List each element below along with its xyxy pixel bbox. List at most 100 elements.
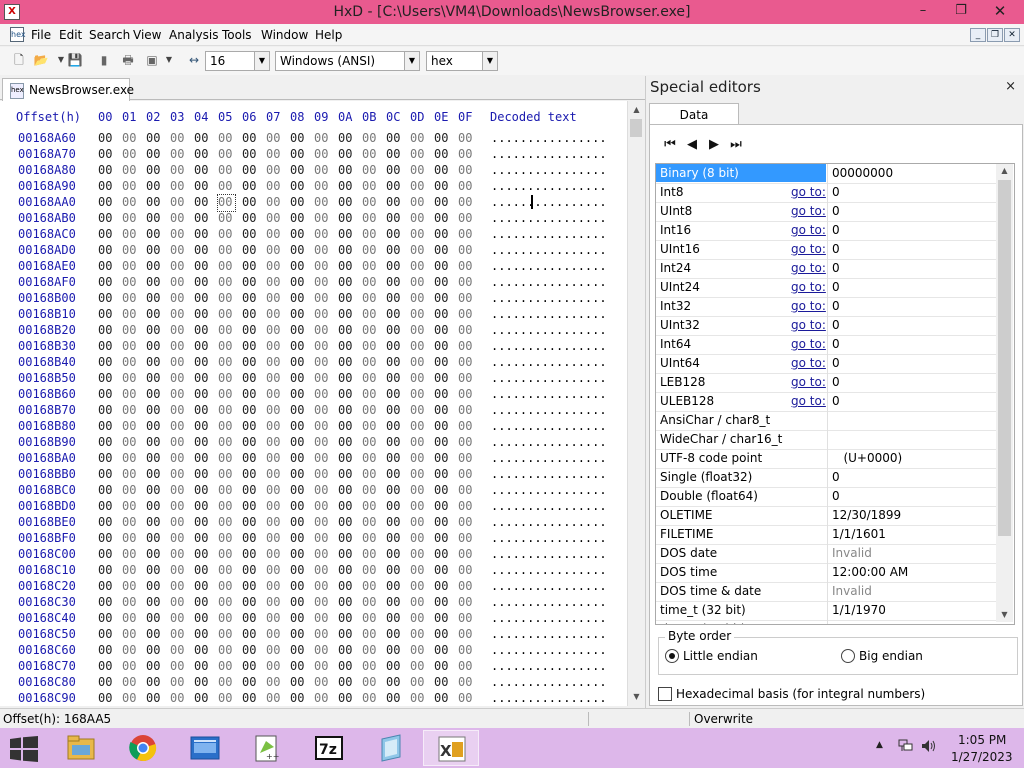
hex-byte[interactable]: 00 (98, 515, 112, 529)
inspector-value[interactable]: Invalid (827, 544, 996, 563)
hex-byte[interactable]: 00 (98, 467, 112, 481)
decoded-text[interactable]: ................ (491, 691, 607, 705)
hex-byte[interactable]: 00 (386, 387, 400, 401)
inspector-value[interactable]: 0 (827, 392, 996, 411)
hex-byte[interactable]: 00 (218, 563, 232, 577)
hex-byte[interactable]: 00 (146, 675, 160, 689)
hex-byte[interactable]: 00 (194, 227, 208, 241)
hex-byte[interactable]: 00 (362, 227, 376, 241)
hex-row[interactable]: 00168C30 00 00 00 00 00 00 00 00 00 00 00 00 00 00 00 00… (0, 595, 627, 611)
hex-byte[interactable]: 00 (362, 643, 376, 657)
hex-byte[interactable]: 00 (410, 611, 424, 625)
hex-byte[interactable]: 00 (194, 451, 208, 465)
inspector-row[interactable]: UInt8 go to: 0 (656, 202, 996, 222)
hex-byte[interactable]: 00 (194, 579, 208, 593)
hex-byte[interactable]: 00 (290, 291, 304, 305)
hex-byte[interactable]: 00 (314, 339, 328, 353)
hex-byte[interactable]: 00 (410, 547, 424, 561)
hex-byte[interactable]: 00 (242, 339, 256, 353)
hex-byte[interactable]: 00 (170, 403, 184, 417)
inspector-row[interactable]: UInt24 go to: 0 (656, 278, 996, 298)
export-icon[interactable]: ▣ (143, 51, 161, 69)
inspector-row[interactable]: DOS date Invalid (656, 544, 996, 564)
hex-byte[interactable]: 00 (338, 611, 352, 625)
hex-byte[interactable]: 00 (242, 435, 256, 449)
goto-link[interactable]: go to: (791, 221, 826, 239)
hex-byte[interactable]: 00 (458, 467, 472, 481)
hex-byte[interactable]: 00 (386, 243, 400, 257)
hex-byte[interactable]: 00 (290, 579, 304, 593)
hex-byte[interactable]: 00 (290, 163, 304, 177)
hex-byte[interactable]: 00 (242, 579, 256, 593)
hex-byte[interactable]: 00 (242, 371, 256, 385)
hex-row[interactable]: 00168C60 00 00 00 00 00 00 00 00 00 00 00 00 00 00 00 00… (0, 643, 627, 659)
mdi-restore-button[interactable]: ❐ (987, 28, 1003, 42)
hex-byte[interactable]: 00 (146, 691, 160, 705)
hex-byte[interactable]: 00 (122, 563, 136, 577)
hex-row[interactable]: 00168A70 00 00 00 00 00 00 00 00 00 00 00 00 00 00 00 00… (0, 147, 627, 163)
next-icon[interactable]: ▶ (706, 137, 722, 153)
hex-byte[interactable]: 00 (266, 403, 280, 417)
inspector-row[interactable]: Single (float32) 0 (656, 468, 996, 488)
hex-byte[interactable]: 00 (386, 691, 400, 705)
hex-row[interactable]: 00168A80 00 00 00 00 00 00 00 00 00 00 00 00 00 00 00 00… (0, 163, 627, 179)
hex-byte[interactable]: 00 (218, 435, 232, 449)
hex-byte[interactable]: 00 (194, 515, 208, 529)
hex-byte[interactable]: 00 (458, 611, 472, 625)
hex-row[interactable]: 00168C50 00 00 00 00 00 00 00 00 00 00 00 00 00 00 00 00… (0, 627, 627, 643)
hex-byte[interactable]: 00 (194, 243, 208, 257)
hex-byte[interactable]: 00 (290, 403, 304, 417)
hex-byte[interactable]: 00 (218, 243, 232, 257)
hex-row[interactable]: 00168BC0 00 00 00 00 00 00 00 00 00 00 00 00 00 00 00 00… (0, 483, 627, 499)
hex-byte[interactable]: 00 (146, 531, 160, 545)
hex-byte[interactable]: 00 (146, 163, 160, 177)
hex-byte[interactable]: 00 (290, 323, 304, 337)
taskbar-app[interactable] (363, 730, 419, 766)
hex-byte[interactable]: 00 (434, 435, 448, 449)
hex-byte[interactable]: 00 (170, 643, 184, 657)
hex-byte[interactable]: 00 (242, 595, 256, 609)
grid-vertical-scrollbar[interactable]: ▲ ▼ (996, 164, 1013, 622)
hex-byte[interactable]: 00 (290, 643, 304, 657)
hex-byte[interactable]: 00 (386, 355, 400, 369)
taskbar-hxd[interactable]: X (423, 730, 479, 766)
decoded-text[interactable]: ................ (491, 579, 607, 593)
hex-byte[interactable]: 00 (98, 483, 112, 497)
inspector-value[interactable]: (U+0000) (827, 449, 996, 468)
hex-byte[interactable]: 00 (146, 419, 160, 433)
hex-byte[interactable]: 00 (122, 131, 136, 145)
goto-link[interactable]: go to: (791, 183, 826, 201)
show-hidden-icons-icon[interactable]: ▲ (876, 740, 883, 750)
hex-byte[interactable]: 00 (146, 595, 160, 609)
hex-byte[interactable]: 00 (98, 611, 112, 625)
hex-byte[interactable]: 00 (218, 675, 232, 689)
hex-byte[interactable]: 00 (266, 547, 280, 561)
hex-byte[interactable]: 00 (170, 291, 184, 305)
hex-byte[interactable]: 00 (434, 387, 448, 401)
hex-byte[interactable]: 00 (218, 355, 232, 369)
hex-byte[interactable]: 00 (458, 595, 472, 609)
hex-row[interactable]: 00168B50 00 00 00 00 00 00 00 00 00 00 00 00 00 00 00 00… (0, 371, 627, 387)
close-button[interactable]: ✕ (980, 0, 1020, 22)
hex-byte[interactable]: 00 (314, 579, 328, 593)
hex-byte[interactable]: 00 (338, 403, 352, 417)
hex-byte[interactable]: 00 (146, 339, 160, 353)
hex-byte[interactable]: 00 (362, 675, 376, 689)
menu-analysis[interactable]: Analysis (167, 24, 220, 46)
hex-byte[interactable]: 00 (434, 227, 448, 241)
goto-link[interactable]: go to: (791, 335, 826, 353)
hex-byte[interactable]: 00 (218, 547, 232, 561)
hex-byte[interactable]: 00 (194, 675, 208, 689)
hex-byte[interactable]: 00 (266, 243, 280, 257)
hex-byte[interactable]: 00 (338, 643, 352, 657)
inspector-row[interactable]: OLETIME 12/30/1899 (656, 506, 996, 526)
hex-byte[interactable]: 00 (170, 579, 184, 593)
hex-byte[interactable]: 00 (434, 467, 448, 481)
hex-byte[interactable]: 00 (386, 451, 400, 465)
hex-byte[interactable]: 00 (290, 675, 304, 689)
hex-byte[interactable]: 00 (458, 691, 472, 705)
hex-byte[interactable]: 00 (266, 371, 280, 385)
hex-byte[interactable]: 00 (314, 467, 328, 481)
inspector-row[interactable]: ULEB128 go to: 0 (656, 392, 996, 412)
bytes-per-row-select[interactable]: 16 ▼ (205, 51, 270, 71)
